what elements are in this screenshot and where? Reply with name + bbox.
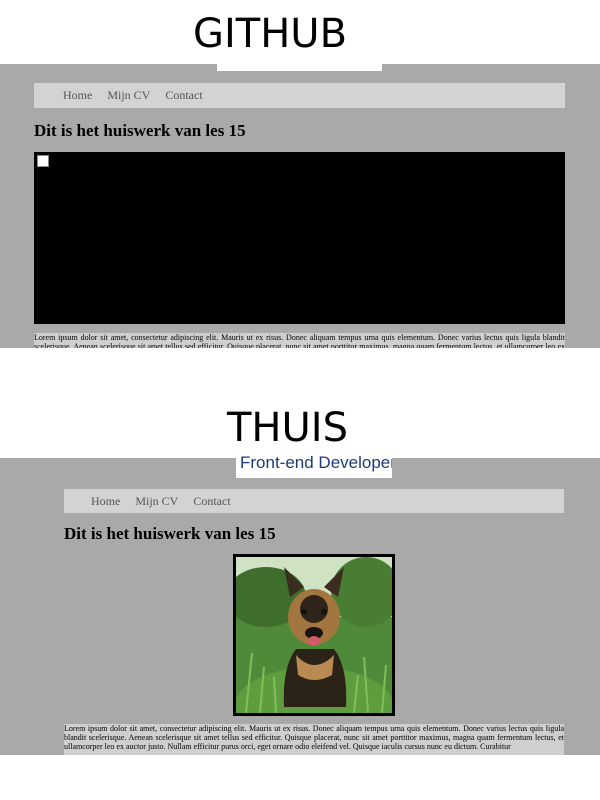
broken-image-icon (37, 155, 49, 167)
logo-text: Front-end Developer (240, 455, 392, 472)
broken-image (34, 152, 565, 324)
logo-area-top (217, 58, 382, 71)
dog-photo (233, 554, 395, 716)
lorem-text-github: Lorem ipsum dolor sit amet, consectetur … (34, 333, 565, 348)
nav-bar-thuis: Home Mijn CV Contact (64, 489, 564, 513)
nav-contact[interactable]: Contact (193, 494, 230, 509)
nav-home[interactable]: Home (63, 88, 92, 103)
logo-banner: Front-end Developer (236, 455, 392, 478)
nav-mijn-cv[interactable]: Mijn CV (135, 494, 178, 509)
nav-bar-github: Home Mijn CV Contact (34, 83, 565, 108)
dog-image (236, 557, 392, 713)
caption-thuis: THUIS (227, 405, 348, 451)
nav-home[interactable]: Home (91, 494, 120, 509)
lorem-text-thuis: Lorem ipsum dolor sit amet, consectetur … (64, 724, 564, 755)
caption-github: GITHUB (192, 11, 348, 57)
page-bottom (0, 755, 600, 800)
nav-contact[interactable]: Contact (165, 88, 202, 103)
page-heading-thuis: Dit is het huiswerk van les 15 (64, 524, 276, 543)
nav-mijn-cv[interactable]: Mijn CV (107, 88, 150, 103)
page-heading-github: Dit is het huiswerk van les 15 (34, 121, 246, 140)
